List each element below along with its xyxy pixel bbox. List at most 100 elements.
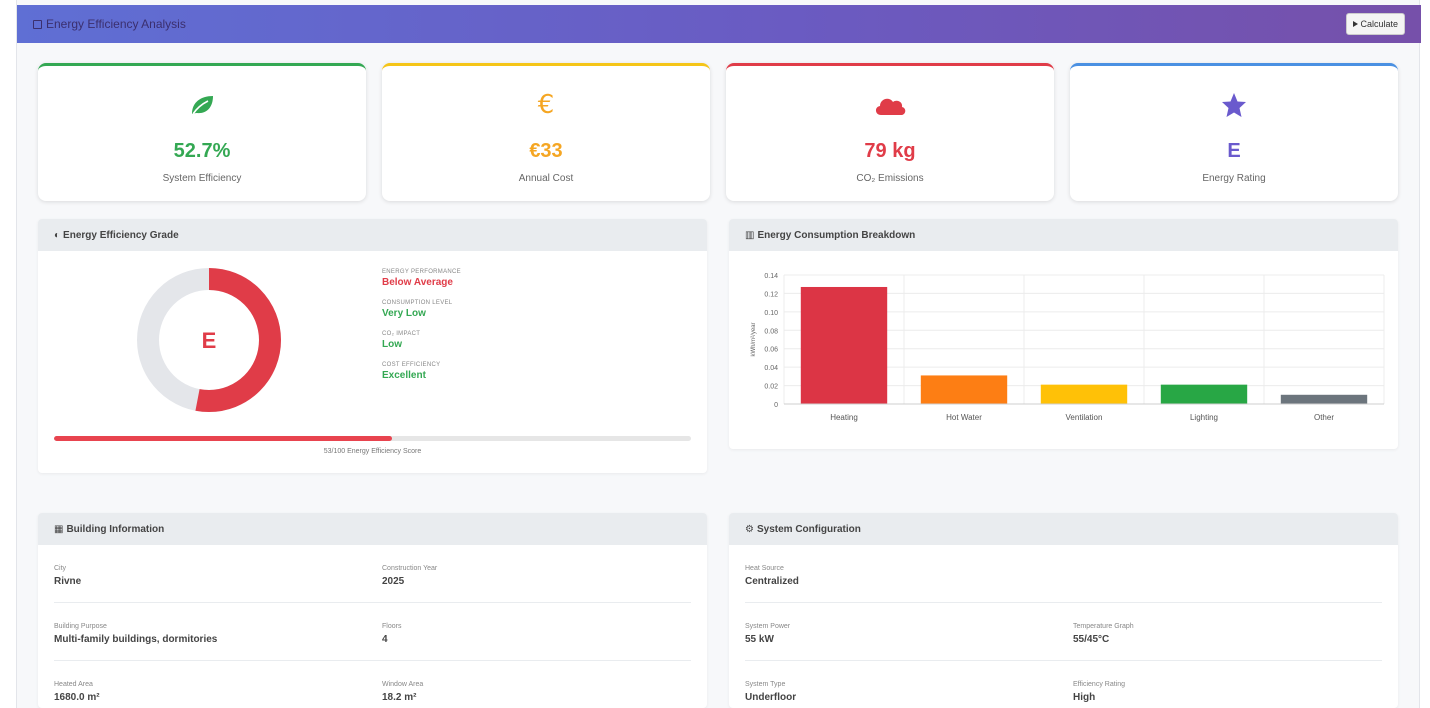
- system-row: System Power 55 kW Temperature Graph 55/…: [745, 603, 1382, 661]
- field-temperature-graph: Temperature Graph 55/45°C: [1073, 623, 1134, 645]
- field-value: Rivne: [54, 576, 82, 587]
- field-label: Window Area: [382, 681, 424, 688]
- kpi-value: 79 kg: [864, 140, 916, 162]
- field-label: Temperature Graph: [1073, 623, 1134, 630]
- field-label: Floors: [382, 623, 402, 630]
- grade-donut: E: [137, 268, 281, 412]
- kpi-card-rating: E Energy Rating: [1070, 63, 1398, 201]
- kpi-label: CO₂ Emissions: [856, 173, 924, 184]
- field-heated-area: Heated Area 1680.0 m²: [54, 681, 100, 703]
- cloud-icon: [875, 98, 906, 115]
- field-value: 18.2 m²: [382, 692, 417, 703]
- field-construction-year: Construction Year 2025: [382, 565, 437, 587]
- field-city: City Rivne: [54, 565, 81, 587]
- field-building-purpose: Building Purpose Multi-family buildings,…: [54, 623, 217, 645]
- system-panel-title: System Configuration: [756, 523, 861, 535]
- kpi-card-cost: € €33 Annual Cost: [382, 63, 710, 201]
- grade-panel: ◐ Energy Efficiency Grade E Energy Perfo…: [38, 219, 707, 473]
- field-heat-source: Heat Source Centralized: [745, 565, 799, 587]
- y-tick-label: 0.14: [764, 273, 778, 280]
- field-value: 55 kW: [745, 634, 774, 645]
- field-value: 4: [382, 634, 388, 645]
- system-panel: ⚙ System Configuration Heat Source Centr…: [729, 513, 1398, 708]
- building-icon: ▦: [54, 523, 64, 535]
- field-label: System Type: [745, 681, 786, 688]
- grade-item-label: CO₂ Impact: [382, 331, 421, 337]
- field-value: 55/45°C: [1073, 634, 1110, 645]
- field-value: Centralized: [745, 576, 799, 587]
- cogs-icon: ⚙: [745, 523, 754, 535]
- score-text: 53/100 Energy Efficiency Score: [323, 448, 422, 455]
- bar-heating: [800, 286, 888, 404]
- building-panel-header: ▦ Building Information: [38, 513, 707, 545]
- grade-item-label: Cost Efficiency: [382, 362, 441, 368]
- building-row: City Rivne Construction Year 2025: [54, 545, 691, 603]
- kpi-card-efficiency: 52.7% System Efficiency: [38, 63, 366, 201]
- bar-chart-icon: ▥: [745, 229, 755, 241]
- breakdown-panel-header: ▥ Energy Consumption Breakdown: [729, 219, 1398, 251]
- bar-hot-water: [920, 375, 1008, 404]
- bar-other: [1280, 394, 1368, 404]
- field-floors: Floors 4: [382, 623, 401, 645]
- x-tick-label: Hot Water: [946, 413, 982, 422]
- y-tick-label: 0.08: [764, 328, 778, 335]
- kpi-value: E: [1227, 140, 1241, 162]
- building-row: Heated Area 1680.0 m² Window Area 18.2 m…: [54, 661, 691, 708]
- bar-lighting: [1160, 384, 1248, 404]
- bar-ventilation: [1040, 384, 1128, 404]
- grade-item: CO₂ Impact Low: [382, 331, 461, 350]
- field-window-area: Window Area 18.2 m²: [382, 681, 423, 703]
- y-tick-label: 0.06: [764, 347, 778, 354]
- field-system-type: System Type Underfloor: [745, 681, 796, 703]
- field-value: 1680.0 m²: [54, 692, 100, 703]
- breakdown-panel-title: Energy Consumption Breakdown: [757, 229, 916, 241]
- field-efficiency-rating: Efficiency Rating High: [1073, 681, 1125, 703]
- grade-item-label: Consumption Level: [382, 300, 453, 306]
- calculator-icon: [33, 19, 42, 29]
- star-icon: [1222, 93, 1246, 117]
- field-value: 2025: [382, 576, 405, 587]
- field-label: Heat Source: [745, 565, 784, 572]
- grade-panel-header: ◐ Energy Efficiency Grade: [38, 219, 707, 251]
- x-tick-label: Other: [1314, 413, 1334, 422]
- app-window: Energy Efficiency Analysis Calculate 52.…: [16, 0, 1421, 708]
- y-tick-label: 0.02: [764, 384, 778, 391]
- header-title: Energy Efficiency Analysis: [33, 17, 186, 31]
- grade-item-value: Low: [382, 339, 402, 350]
- field-value: High: [1073, 692, 1096, 703]
- grade-letter: E: [202, 328, 217, 353]
- kpi-row: 52.7% System Efficiency € €33 Annual Cos…: [38, 63, 1400, 201]
- system-row: Heat Source Centralized: [745, 545, 1382, 603]
- grade-item-value: Excellent: [382, 370, 426, 381]
- y-tick-label: 0.04: [764, 365, 778, 372]
- euro-icon: €: [537, 90, 555, 120]
- grade-item: Consumption Level Very Low: [382, 300, 461, 319]
- field-value: Underfloor: [745, 692, 797, 703]
- grade-item-label: Energy Performance: [382, 269, 461, 275]
- field-label: Construction Year: [382, 565, 438, 572]
- y-axis-label: kWh/m²/year: [751, 322, 757, 356]
- gauge-icon: ◐: [54, 229, 61, 241]
- breakdown-chart: 0.14 0.12 0.10 0.08 0.06 0.04 0.02 0 Heating Hot …: [751, 273, 1385, 422]
- field-label: Heated Area: [54, 681, 93, 688]
- building-row: Building Purpose Multi-family buildings,…: [54, 603, 691, 661]
- field-label: System Power: [745, 623, 791, 630]
- grade-item-value: Very Low: [382, 308, 426, 319]
- grade-item-value: Below Average: [382, 277, 453, 288]
- system-row: System Type Underfloor Efficiency Rating…: [745, 661, 1382, 708]
- field-value: Multi-family buildings, dormitories: [54, 634, 218, 645]
- grade-item: Cost Efficiency Excellent: [382, 362, 461, 381]
- y-tick-label: 0.10: [764, 310, 778, 317]
- field-label: City: [54, 565, 67, 572]
- building-panel-title: Building Information: [66, 523, 165, 535]
- breakdown-panel: ▥ Energy Consumption Breakdown 0.14 0.12 0…: [729, 219, 1398, 449]
- x-tick-label: Ventilation: [1066, 413, 1103, 422]
- building-panel: ▦ Building Information City Rivne Constr…: [38, 513, 707, 708]
- kpi-card-emissions: 79 kg CO₂ Emissions: [726, 63, 1054, 201]
- score-progress-fill: [54, 436, 392, 441]
- calculate-button[interactable]: Calculate: [1346, 13, 1405, 35]
- play-icon: [1353, 21, 1359, 27]
- field-label: Building Purpose: [54, 623, 107, 630]
- kpi-value: €33: [529, 140, 563, 162]
- field-system-power: System Power 55 kW: [745, 623, 790, 645]
